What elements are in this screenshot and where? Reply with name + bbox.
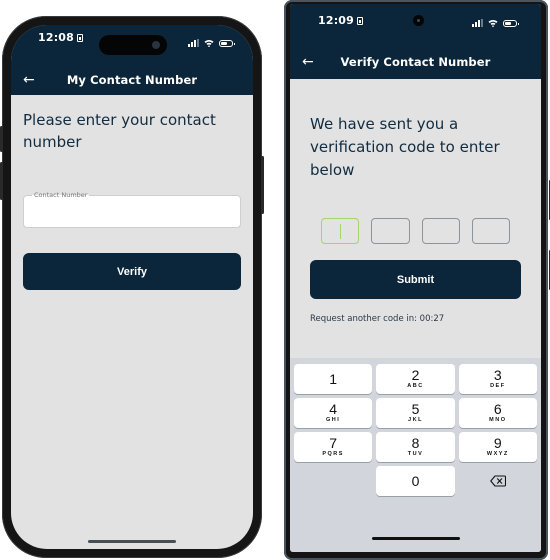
side-button [0, 126, 3, 152]
contact-heading: Please enter your contact number [23, 111, 216, 151]
page-title: Verify Contact Number [340, 55, 491, 69]
screen-contact-number: 12:08 ← My Contact Number Please enter y… [11, 25, 253, 549]
verify-heading: We have sent you a verification code to … [310, 115, 500, 179]
key-3[interactable]: 3 DEF [458, 364, 537, 394]
otp-digit-3[interactable] [421, 218, 460, 244]
verify-button[interactable]: Verify [23, 253, 241, 290]
page-title: My Contact Number [66, 73, 198, 87]
sim-icon [77, 34, 84, 42]
signal-icon [188, 39, 199, 47]
key-1[interactable]: 1 [294, 364, 373, 394]
text-caret [340, 224, 341, 239]
battery-icon [503, 19, 519, 27]
contact-number-input[interactable] [24, 196, 240, 227]
key-8[interactable]: 8 TUV [376, 432, 455, 462]
backspace-key[interactable] [459, 466, 537, 496]
phone-left: 12:08 ← My Contact Number Please enter y… [0, 16, 264, 558]
resend-countdown: Request another code in: 00:27 [310, 314, 445, 324]
nav-bar: ← Verify Contact Number [290, 52, 541, 72]
wifi-icon [204, 39, 214, 47]
key-4[interactable]: 4 GHI [294, 398, 373, 428]
app-bar: 12:08 ← My Contact Number [11, 25, 253, 95]
nav-bar: ← My Contact Number [11, 69, 253, 91]
otp-input-group [310, 218, 521, 244]
arrow-left-icon[interactable]: ← [302, 55, 314, 69]
status-icons [472, 19, 519, 27]
home-indicator[interactable] [371, 537, 460, 540]
otp-digit-2[interactable] [371, 218, 410, 244]
otp-digit-1[interactable] [321, 218, 360, 244]
content: Please enter your contact number Contact… [11, 95, 253, 549]
key-6[interactable]: 6 MNO [458, 398, 537, 428]
phone-right: 12:09 ← Verify Contact Number We have se… [284, 0, 550, 560]
submit-button[interactable]: Submit [310, 260, 521, 299]
status-time: 12:08 [38, 31, 84, 44]
signal-icon [472, 19, 483, 27]
key-2[interactable]: 2 ABC [376, 364, 455, 394]
camera-icon [152, 41, 160, 49]
otp-digit-4[interactable] [471, 218, 510, 244]
status-time: 12:09 [318, 14, 364, 27]
camera-icon [413, 15, 424, 26]
backspace-icon [490, 475, 506, 487]
key-0[interactable]: 0 [376, 466, 455, 496]
status-icons [188, 39, 235, 47]
key-5[interactable]: 5 JKL [376, 398, 455, 428]
side-button [0, 162, 3, 200]
sim-icon [357, 17, 364, 25]
battery-icon [219, 39, 235, 47]
status-bar: 12:09 [290, 4, 541, 30]
home-indicator[interactable] [88, 540, 176, 543]
dynamic-island [99, 35, 167, 55]
key-blank [294, 466, 372, 496]
screen-verify-contact: 12:09 ← Verify Contact Number We have se… [290, 4, 541, 552]
arrow-left-icon[interactable]: ← [23, 73, 35, 87]
app-bar: 12:09 ← Verify Contact Number [290, 4, 541, 79]
status-bar: 12:08 [11, 25, 253, 55]
contact-number-field[interactable]: Contact Number [23, 190, 241, 228]
content: We have sent you a verification code to … [290, 79, 541, 324]
wifi-icon [488, 19, 498, 27]
side-button [261, 156, 264, 214]
key-9[interactable]: 9 WXYZ [458, 432, 537, 462]
contact-number-label: Contact Number [32, 190, 90, 200]
numeric-keypad: 1 2 ABC 3 DEF 4 GHI 5 JKL 6 MNO 7 PQRS 8 TUV 9W… [290, 358, 541, 552]
key-7[interactable]: 7 PQRS [294, 432, 373, 462]
